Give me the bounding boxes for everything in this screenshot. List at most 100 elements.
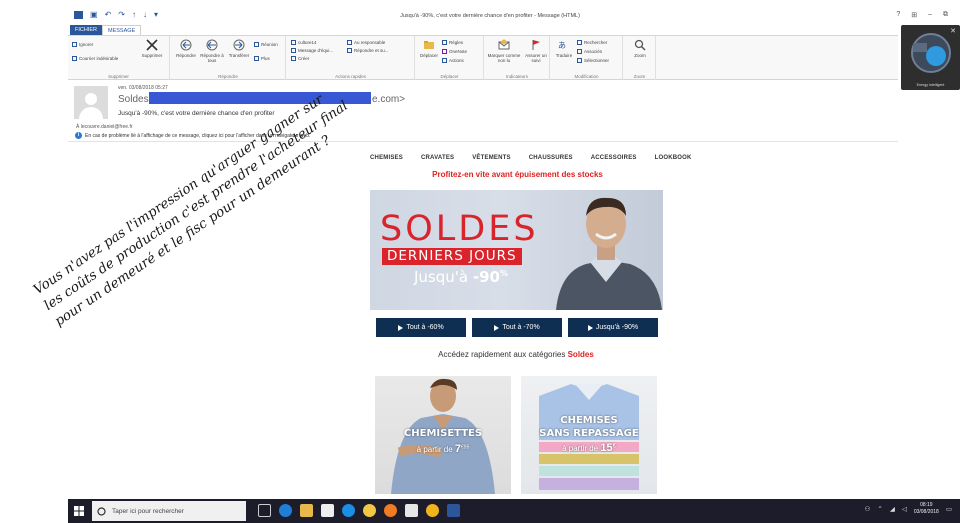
cta-90[interactable]: Jusqu'à -90% — [568, 318, 658, 337]
related-button[interactable]: Associés — [577, 49, 602, 54]
play-icon — [494, 324, 500, 331]
cta-row: Tout à -60% Tout à -70% Jusqu'à -90% — [376, 318, 658, 337]
actions-button[interactable]: Actions — [442, 58, 464, 63]
newsletter-nav: CHEMISES CRAVATES VÊTEMENTS CHAUSSURES A… — [370, 155, 692, 161]
onenote-icon — [442, 49, 447, 54]
clock[interactable]: 08:19 03/08/2018 — [914, 502, 939, 516]
nav-accessoires[interactable]: ACCESSOIRES — [591, 155, 637, 161]
nav-chaussures[interactable]: CHAUSSURES — [529, 155, 573, 161]
nav-chemises[interactable]: CHEMISES — [370, 155, 403, 161]
rules-icon — [442, 40, 447, 45]
move-button[interactable]: Déplacer — [418, 39, 440, 58]
delete-x-icon — [146, 39, 158, 51]
junk-icon — [72, 56, 77, 61]
group-label: Actions rapides — [335, 74, 366, 79]
network-icon[interactable]: ◢ — [890, 505, 895, 513]
sender-avatar[interactable] — [74, 86, 108, 119]
microphone-icon[interactable]: ⌕ — [240, 505, 244, 515]
select-icon — [577, 58, 582, 63]
forward-button[interactable]: Transférer — [226, 39, 252, 58]
group-label: Zoom — [633, 74, 646, 79]
taskbar-search[interactable]: Taper ici pour rechercher — [92, 501, 246, 521]
select-button[interactable]: Sélectionner — [577, 58, 609, 63]
find-button[interactable]: Rechercher — [577, 40, 607, 45]
explorer-icon[interactable] — [300, 504, 313, 517]
recipient-line[interactable]: À lecouvre.daniel@free.fr — [76, 124, 133, 130]
quick-step-manager[interactable]: Au responsable — [347, 40, 385, 45]
tile-price-prefix: à partir de — [562, 444, 601, 453]
hero-discount-value: -90 — [472, 268, 500, 286]
minimize-button[interactable]: – — [928, 11, 932, 19]
chevron-up-icon[interactable]: ⌃ — [877, 505, 882, 513]
volume-icon[interactable]: ◁ — [902, 505, 907, 513]
hero-discount-pct: % — [499, 269, 508, 278]
follow-up-button[interactable]: Assurer un suivi — [523, 39, 549, 63]
system-tray: ⚇ ⌃ ◢ ◁ 08:19 03/08/2018 ▭ — [865, 502, 952, 516]
tile-chemises-sans-repassage[interactable]: CHEMISES SANS REPASSAGE à partir de 15€ — [521, 376, 657, 494]
quick-step-culture14[interactable]: culture14 — [291, 40, 317, 45]
firefox-icon[interactable] — [384, 504, 397, 517]
nav-cravates[interactable]: CRAVATES — [421, 155, 454, 161]
nav-lookbook[interactable]: LOOKBOOK — [655, 155, 692, 161]
restore-button[interactable]: ⧉ — [943, 11, 948, 19]
junk-button[interactable]: Courrier indésirable — [72, 56, 118, 61]
mail-icon[interactable] — [405, 504, 418, 517]
onenote-label: OneNote — [449, 49, 468, 54]
rules-button[interactable]: Règles — [442, 40, 463, 45]
store-icon[interactable] — [321, 504, 334, 517]
gauge-icon — [911, 33, 951, 73]
outlook-icon[interactable] — [447, 504, 460, 517]
edge-icon[interactable] — [279, 504, 292, 517]
ribbon-display-button[interactable]: ⊞ — [911, 11, 917, 19]
cta-70[interactable]: Tout à -70% — [472, 318, 562, 337]
move-label: Déplacer — [419, 53, 438, 58]
cta-60[interactable]: Tout à -60% — [376, 318, 466, 337]
quick-access-highlight[interactable]: Soldes — [568, 350, 594, 359]
hero-banner[interactable]: SOLDES DERNIERS JOURS Jusqu'à -90% — [370, 190, 663, 310]
chrome-icon[interactable] — [426, 504, 439, 517]
mark-unread-button[interactable]: Marquer comme non lu — [487, 39, 521, 63]
quick-access-line: Accédez rapidement aux catégories Soldes — [370, 350, 662, 359]
zoom-button[interactable]: Zoom — [627, 39, 653, 58]
quick-step-team[interactable]: Message d'équi... — [291, 48, 333, 53]
more-respond-button[interactable]: Plus — [254, 56, 270, 61]
reply-all-button[interactable]: Répondre à tous — [199, 39, 225, 63]
quick-step-reply-delete[interactable]: Répondre et su... — [347, 48, 389, 53]
hero-title: SOLDES — [380, 209, 539, 249]
translate-button[interactable]: あ Traduire — [553, 39, 575, 58]
meeting-button[interactable]: Réunion — [254, 42, 278, 47]
group-label: Répondre — [218, 74, 238, 79]
tile-chemisettes[interactable]: CHEMISETTES à partir de 7€95 — [375, 376, 511, 494]
people-icon[interactable]: ⚇ — [865, 505, 871, 513]
taskbar: Taper ici pour rechercher ⌕ ⚇ ⌃ ◢ ◁ 08:1… — [68, 499, 960, 523]
select-label: Sélectionner — [584, 58, 610, 63]
windows-start-icon[interactable] — [74, 506, 84, 516]
ribbon: Ignorer Courrier indésirable Supprimer S… — [68, 35, 898, 80]
quick-step-label: Répondre et su... — [354, 48, 389, 53]
nav-vetements[interactable]: VÊTEMENTS — [472, 155, 510, 161]
tab-message[interactable]: MESSAGE — [102, 25, 142, 35]
quick-step-icon — [291, 40, 296, 45]
reply-button[interactable]: Répondre — [173, 39, 199, 58]
help-button[interactable]: ? — [896, 11, 900, 19]
sent-date: ven. 03/08/2018 05:27 — [118, 85, 168, 91]
rules-label: Règles — [449, 40, 464, 45]
forward-icon — [233, 39, 245, 51]
task-view-icon[interactable] — [258, 504, 271, 517]
magnifier-icon — [634, 39, 646, 51]
quick-step-create[interactable]: Créer — [291, 56, 309, 61]
ignore-button[interactable]: Ignorer — [72, 42, 93, 47]
folder-icon — [424, 41, 434, 49]
app-icon[interactable] — [342, 504, 355, 517]
energy-widget[interactable]: ✕ Energy Intelligent — [901, 25, 960, 90]
delete-button[interactable]: Supprimer — [138, 39, 166, 58]
app2-icon[interactable] — [363, 504, 376, 517]
onenote-button[interactable]: OneNote — [442, 49, 467, 54]
sender-name[interactable]: Soldes — [118, 94, 149, 105]
quick-step-icon — [291, 48, 296, 53]
quick-step-icon — [291, 56, 296, 61]
group-indicateurs: Marquer comme non lu Assurer un suivi In… — [485, 36, 550, 80]
notification-icon[interactable]: ▭ — [946, 505, 952, 513]
tab-fichier[interactable]: FICHIER — [70, 25, 102, 35]
group-deplacer: Déplacer Règles OneNote Actions Déplacer — [416, 36, 484, 80]
